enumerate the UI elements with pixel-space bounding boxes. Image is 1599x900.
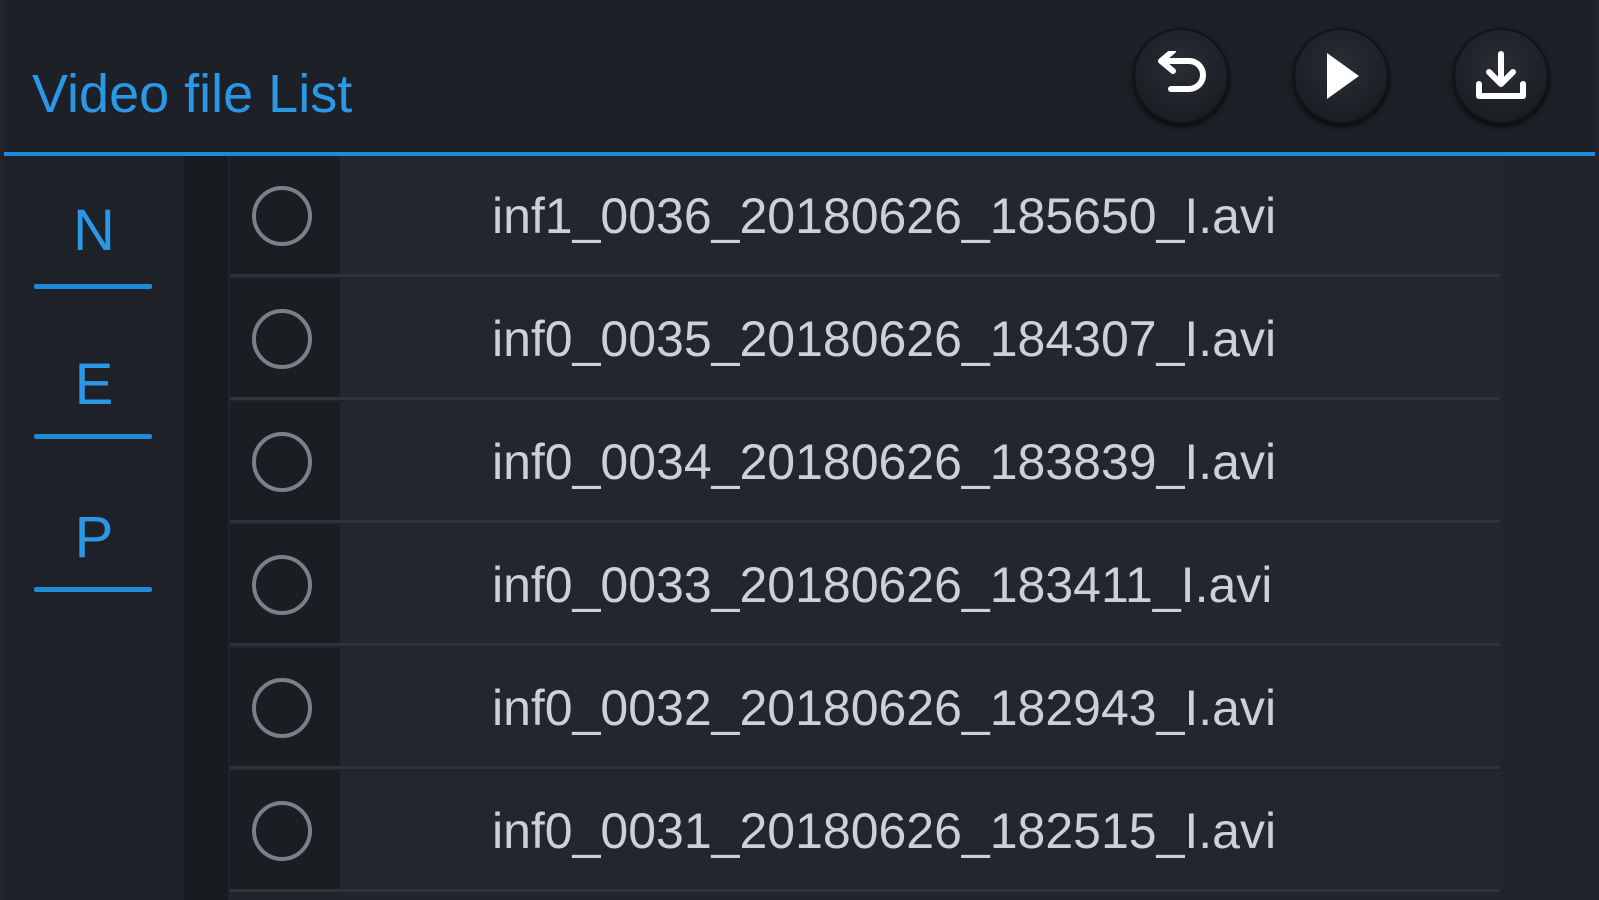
file-row[interactable]: inf0_0034_20180626_183839_I.avi <box>230 402 1500 523</box>
select-radio[interactable] <box>252 186 312 246</box>
file-row[interactable]: inf0_0032_20180626_182943_I.avi <box>230 648 1500 769</box>
tab-p[interactable]: P <box>4 503 184 633</box>
file-name: inf1_0036_20180626_185650_I.avi <box>492 188 1277 244</box>
row-divider <box>230 397 1500 400</box>
checkbox-cell <box>230 402 340 523</box>
download-icon <box>1473 50 1529 102</box>
tab-underline <box>34 434 152 439</box>
row-divider <box>230 889 1500 892</box>
category-tabs: N E P <box>4 156 184 900</box>
file-name: inf0_0032_20180626_182943_I.avi <box>492 680 1277 736</box>
file-row[interactable]: inf0_0035_20180626_184307_I.avi <box>230 279 1500 400</box>
file-cell: inf0_0035_20180626_184307_I.avi <box>340 279 1500 400</box>
tab-e[interactable]: E <box>4 350 184 480</box>
checkbox-cell <box>230 279 340 400</box>
header-bar: Video file List <box>4 0 1595 156</box>
file-name: inf0_0031_20180626_182515_I.avi <box>492 803 1277 859</box>
checkbox-cell <box>230 156 340 277</box>
tab-label: N <box>73 198 115 263</box>
file-cell: inf0_0034_20180626_183839_I.avi <box>340 402 1500 523</box>
checkbox-cell <box>230 525 340 646</box>
back-button[interactable] <box>1133 28 1229 124</box>
select-radio[interactable] <box>252 678 312 738</box>
select-radio[interactable] <box>252 432 312 492</box>
file-row[interactable]: inf0_0033_20180626_183411_I.avi <box>230 525 1500 646</box>
file-row[interactable]: inf1_0036_20180626_185650_I.avi <box>230 156 1500 277</box>
file-cell: inf0_0031_20180626_182515_I.avi <box>340 771 1500 892</box>
checkbox-cell <box>230 648 340 769</box>
play-button[interactable] <box>1293 28 1389 124</box>
checkbox-cell <box>230 771 340 892</box>
tab-underline <box>34 587 152 592</box>
select-radio[interactable] <box>252 555 312 615</box>
tab-label: E <box>74 352 114 417</box>
file-name: inf0_0034_20180626_183839_I.avi <box>492 434 1277 490</box>
select-radio[interactable] <box>252 309 312 369</box>
video-file-list-screen: Video file List N E P inf1_0036_20180626… <box>0 0 1599 900</box>
select-radio[interactable] <box>252 801 312 861</box>
file-cell: inf0_0032_20180626_182943_I.avi <box>340 648 1500 769</box>
file-name: inf0_0033_20180626_183411_I.avi <box>492 557 1273 613</box>
page-title: Video file List <box>32 64 353 124</box>
file-cell: inf1_0036_20180626_185650_I.avi <box>340 156 1500 277</box>
download-button[interactable] <box>1453 28 1549 124</box>
play-icon <box>1317 49 1365 103</box>
row-divider <box>230 766 1500 769</box>
file-list: inf1_0036_20180626_185650_I.avi inf0_003… <box>230 156 1500 900</box>
row-divider <box>230 274 1500 277</box>
file-row[interactable]: inf0_0031_20180626_182515_I.avi <box>230 771 1500 892</box>
file-cell: inf0_0033_20180626_183411_I.avi <box>340 525 1500 646</box>
row-divider <box>230 643 1500 646</box>
row-divider <box>230 520 1500 523</box>
file-name: inf0_0035_20180626_184307_I.avi <box>492 311 1277 367</box>
undo-arrow-icon <box>1151 51 1211 101</box>
tab-n[interactable]: N <box>4 196 184 326</box>
column-divider <box>184 156 228 900</box>
tab-underline <box>34 284 152 289</box>
tab-label: P <box>74 505 114 570</box>
